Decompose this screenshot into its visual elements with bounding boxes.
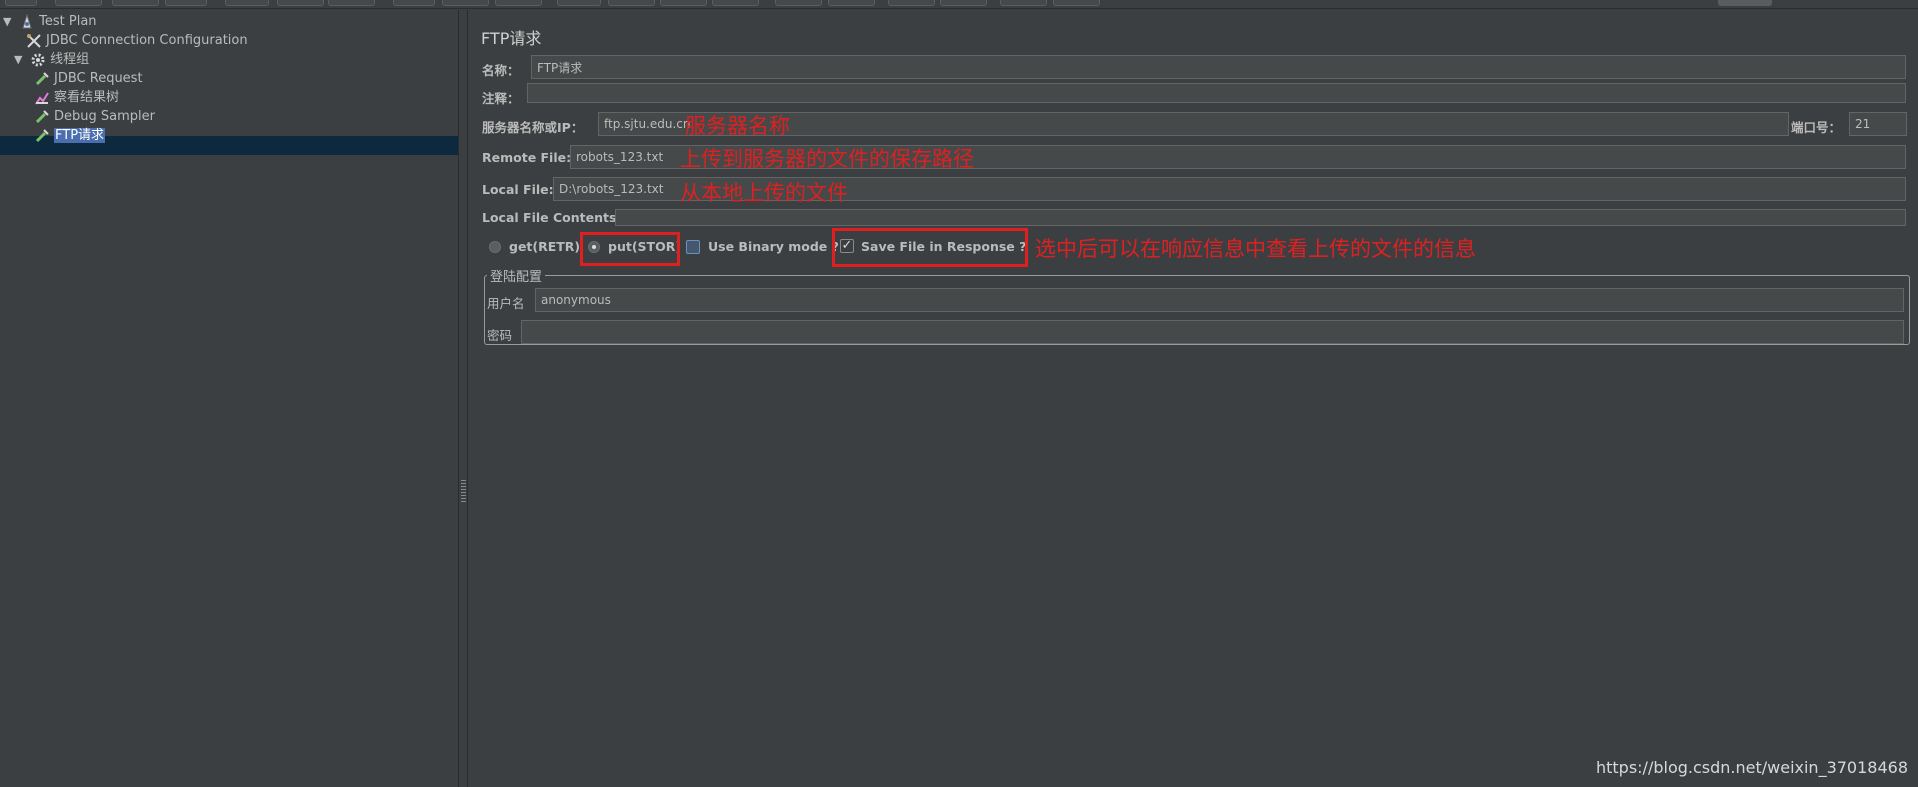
username-label: 用户名 <box>487 296 525 311</box>
tree-item-ftp-request[interactable]: FTP请求 <box>34 126 106 145</box>
toolbar-button[interactable] <box>1053 0 1100 6</box>
password-input[interactable] <box>521 320 1904 344</box>
listener-chart-icon <box>35 91 49 105</box>
port-input[interactable] <box>1849 112 1907 136</box>
page-title: FTP请求 <box>481 29 542 48</box>
toolbar-button[interactable] <box>775 0 822 6</box>
get-radio[interactable] <box>489 241 501 253</box>
tree-item-test-plan[interactable]: ▼ Test Plan <box>3 12 97 31</box>
local-file-label: Local File: <box>482 182 554 197</box>
toolbar-status-indicator <box>1718 0 1772 6</box>
tree-item-label: FTP请求 <box>54 128 106 143</box>
sampler-pipette-icon <box>35 109 49 123</box>
test-plan-icon <box>22 13 32 28</box>
local-file-contents-textarea[interactable] <box>615 209 1906 226</box>
expand-toggle-icon[interactable]: ▼ <box>14 50 26 69</box>
sampler-pipette-icon <box>35 128 49 142</box>
toolbar-button[interactable] <box>112 0 159 6</box>
tree-item-jdbc-connection-configuration[interactable]: JDBC Connection Configuration <box>26 31 248 50</box>
remote-file-label: Remote File: <box>482 150 572 165</box>
username-input[interactable] <box>535 288 1904 312</box>
tree-item-view-results-tree[interactable]: 察看结果树 <box>34 88 119 107</box>
save-file-annotation: 选中后可以在响应信息中查看上传的文件的信息 <box>1035 237 1476 261</box>
tree-item-label: JDBC Connection Configuration <box>46 33 248 48</box>
tree-item-label: Test Plan <box>39 14 97 29</box>
toolbar-button[interactable] <box>328 0 375 6</box>
toolbar-button[interactable] <box>277 0 324 6</box>
toolbar-button[interactable] <box>495 0 542 6</box>
comment-label: 注释： <box>482 91 520 106</box>
toolbar-button[interactable] <box>888 0 935 6</box>
watermark: https://blog.csdn.net/weixin_37018468 <box>1595 758 1908 777</box>
toolbar-button[interactable] <box>1000 0 1047 6</box>
toolbar-button[interactable] <box>55 0 102 6</box>
binary-mode-checkbox[interactable] <box>686 240 700 254</box>
expand-toggle-icon[interactable]: ▼ <box>3 12 15 31</box>
tree-item-label: 线程组 <box>50 52 90 67</box>
name-label: 名称： <box>482 63 520 78</box>
toolbar-button[interactable] <box>828 0 875 6</box>
toolbar-button[interactable] <box>5 0 37 6</box>
name-input[interactable] <box>531 55 1906 79</box>
toolbar-button[interactable] <box>442 0 489 6</box>
config-wrench-icon <box>27 33 41 48</box>
put-highlight-box <box>580 232 680 266</box>
panel-splitter[interactable] <box>458 10 468 787</box>
server-label: 服务器名称或IP： <box>482 120 584 135</box>
comment-input[interactable] <box>527 83 1906 103</box>
binary-mode-label[interactable]: Use Binary mode ? <box>708 239 839 254</box>
toolbar-button[interactable] <box>940 0 987 6</box>
server-annotation: 服务器名称 <box>685 114 790 138</box>
toolbar <box>0 0 1918 9</box>
toolbar-button[interactable] <box>712 0 759 6</box>
tree-item-label: JDBC Request <box>54 71 143 86</box>
tree-item-label: 察看结果树 <box>54 90 120 105</box>
tree-item-thread-group[interactable]: ▼ 线程组 <box>14 50 89 69</box>
port-label: 端口号： <box>1791 120 1842 135</box>
tree-item-debug-sampler[interactable]: Debug Sampler <box>34 107 155 126</box>
remote-file-annotation: 上传到服务器的文件的保存路径 <box>680 147 974 171</box>
toolbar-button[interactable] <box>608 0 655 6</box>
password-label: 密码 <box>487 328 513 343</box>
tree-item-jdbc-request[interactable]: JDBC Request <box>34 69 143 88</box>
get-radio-label[interactable]: get(RETR) <box>509 239 580 254</box>
toolbar-button[interactable] <box>165 0 207 6</box>
tree-item-label: Debug Sampler <box>54 109 155 124</box>
sampler-pipette-icon <box>35 71 49 85</box>
toolbar-button[interactable] <box>660 0 707 6</box>
test-plan-tree: ▼ Test Plan JDBC Connection Configuratio… <box>0 10 459 787</box>
thread-group-gear-icon <box>31 53 45 66</box>
login-config-legend: 登陆配置 <box>487 266 546 285</box>
local-file-annotation: 从本地上传的文件 <box>680 181 848 205</box>
toolbar-button[interactable] <box>225 0 269 6</box>
local-file-contents-label: Local File Contents: <box>482 210 622 225</box>
save-file-highlight-box <box>832 228 1028 267</box>
splitter-grip-icon[interactable] <box>461 480 466 502</box>
toolbar-button[interactable] <box>393 0 435 6</box>
toolbar-button[interactable] <box>557 0 601 6</box>
